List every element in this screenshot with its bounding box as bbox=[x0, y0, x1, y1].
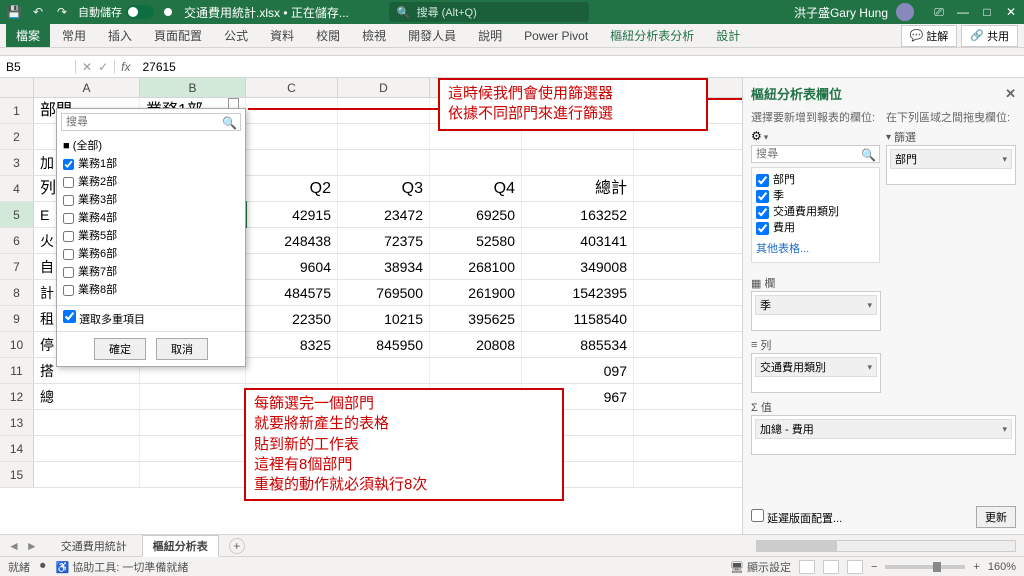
ribbon-tabs: 檔案 常用 插入 頁面配置 公式 資料 校閱 檢視 開發人員 說明 Power … bbox=[0, 24, 1024, 48]
ribbon-content bbox=[0, 48, 1024, 56]
filter-icon: ▾ bbox=[886, 132, 891, 143]
tab-review[interactable]: 校閱 bbox=[306, 24, 350, 47]
name-box[interactable]: B5 bbox=[0, 60, 76, 74]
field-list[interactable]: 部門 季 交通費用類別 費用其他表格... bbox=[751, 167, 880, 263]
tab-file[interactable]: 檔案 bbox=[6, 24, 50, 47]
pane-title: 樞紐分析表欄位 bbox=[751, 84, 842, 103]
zoom-out-icon[interactable]: − bbox=[871, 561, 877, 573]
sheet-tab-1[interactable]: 樞紐分析表 bbox=[142, 535, 219, 557]
tab-insert[interactable]: 插入 bbox=[98, 24, 142, 47]
search-placeholder: 搜尋 (Alt+Q) bbox=[417, 4, 477, 20]
tab-developer[interactable]: 開發人員 bbox=[398, 24, 466, 47]
filter-cancel-button[interactable]: 取消 bbox=[156, 338, 208, 360]
pane-subtitle: 選擇要新增到報表的欄位: bbox=[751, 109, 880, 125]
username: 洪子盛Gary Hung bbox=[794, 4, 888, 21]
gear-icon[interactable]: ⚙▾ bbox=[751, 129, 768, 143]
tab-help[interactable]: 說明 bbox=[468, 24, 512, 47]
filter-item-list[interactable]: ■ (全部) 業務1部 業務2部 業務3部 業務4部 業務5部 業務6部 業務7… bbox=[57, 135, 245, 305]
filter-ok-button[interactable]: 確定 bbox=[94, 338, 146, 360]
arrow-line bbox=[248, 108, 438, 110]
search-icon: 🔍 bbox=[397, 6, 411, 19]
col-header-B[interactable]: B bbox=[140, 78, 246, 97]
status-bar: 就緒 ⏺ ♿ 協助工具: 一切準備就緒 🖥 顯示設定 − + 160% bbox=[0, 556, 1024, 576]
values-area-box[interactable]: 加總 - 費用▾ bbox=[751, 415, 1016, 455]
filter-search-input[interactable] bbox=[61, 113, 241, 131]
normal-view-icon[interactable] bbox=[799, 560, 815, 574]
col-header-C[interactable]: C bbox=[246, 78, 338, 97]
save-icon[interactable]: 💾 bbox=[6, 4, 22, 20]
maximize-icon[interactable]: □ bbox=[980, 5, 994, 19]
fx-label[interactable]: fx bbox=[115, 60, 136, 74]
tab-view[interactable]: 檢視 bbox=[352, 24, 396, 47]
accept-formula-icon[interactable]: ✓ bbox=[98, 60, 108, 74]
search-bar[interactable]: 🔍 搜尋 (Alt+Q) bbox=[389, 2, 589, 22]
display-settings-button[interactable]: 🖥 顯示設定 bbox=[730, 559, 791, 575]
filter-area-box[interactable]: 部門▾ bbox=[886, 145, 1016, 185]
col-header-D[interactable]: D bbox=[338, 78, 430, 97]
avatar[interactable] bbox=[896, 3, 914, 21]
pane-subtitle2: 在下列區域之間拖曳欄位: bbox=[886, 109, 1016, 125]
page-layout-view-icon[interactable] bbox=[823, 560, 839, 574]
minimize-icon[interactable]: — bbox=[956, 5, 970, 19]
spreadsheet-grid[interactable]: A B C D E F 1部門業務1部 ▾23加4列Q2Q3Q4總計5E4291… bbox=[0, 78, 742, 534]
undo-icon[interactable]: ↶ bbox=[30, 4, 46, 20]
share-button[interactable]: 🔗 共用 bbox=[961, 25, 1018, 47]
filter-multi-select[interactable]: 選取多重項目 bbox=[57, 305, 245, 331]
redo-icon[interactable]: ↷ bbox=[54, 4, 70, 20]
horizontal-scrollbar[interactable] bbox=[756, 540, 1016, 552]
zoom-in-icon[interactable]: + bbox=[973, 561, 979, 573]
tab-formulas[interactable]: 公式 bbox=[214, 24, 258, 47]
titlebar: 💾 ↶ ↷ 自動儲存 交通費用統計.xlsx • 正在儲存... 🔍 搜尋 (A… bbox=[0, 0, 1024, 24]
comments-button[interactable]: 💬 註解 bbox=[901, 25, 958, 47]
formula-input[interactable]: 27615 bbox=[136, 60, 1024, 74]
tab-home[interactable]: 常用 bbox=[52, 24, 96, 47]
macro-record-icon[interactable]: ⏺ bbox=[40, 560, 46, 573]
ribbon-options-icon[interactable]: ⎚ bbox=[932, 5, 946, 19]
search-icon: 🔍 bbox=[861, 148, 876, 162]
tab-design[interactable]: 設計 bbox=[706, 24, 750, 47]
cancel-formula-icon[interactable]: ✕ bbox=[82, 60, 92, 74]
search-icon: 🔍 bbox=[222, 116, 237, 130]
tab-data[interactable]: 資料 bbox=[260, 24, 304, 47]
sheet-nav-next-icon[interactable]: ► bbox=[26, 539, 38, 553]
tab-powerpivot[interactable]: Power Pivot bbox=[514, 26, 598, 46]
autosave-toggle[interactable]: 自動儲存 bbox=[78, 4, 172, 20]
zoom-slider[interactable] bbox=[885, 565, 965, 569]
toggle-switch[interactable] bbox=[126, 5, 154, 19]
tab-pagelayout[interactable]: 頁面配置 bbox=[144, 24, 212, 47]
sheet-tab-0[interactable]: 交通費用統計 bbox=[50, 535, 138, 557]
pivot-fields-pane: 樞紐分析表欄位 ✕ 選擇要新增到報表的欄位: ⚙▾ 🔍 部門 季 交通費用類別 … bbox=[742, 78, 1024, 534]
close-icon[interactable]: ✕ bbox=[1004, 5, 1018, 19]
autosave-label: 自動儲存 bbox=[78, 4, 122, 20]
col-header-A[interactable]: A bbox=[34, 78, 140, 97]
zoom-level[interactable]: 160% bbox=[988, 561, 1016, 573]
page-break-view-icon[interactable] bbox=[847, 560, 863, 574]
formula-bar: B5 ✕ ✓ fx 27615 bbox=[0, 56, 1024, 78]
select-all-corner[interactable] bbox=[0, 78, 34, 97]
sheet-nav-prev-icon[interactable]: ◄ bbox=[8, 539, 20, 553]
filename: 交通費用統計.xlsx • 正在儲存... bbox=[184, 4, 349, 21]
annotation-top: 這時候我們會使用篩選器依據不同部門來進行篩選 bbox=[438, 78, 708, 131]
defer-layout-checkbox[interactable]: 延遲版面配置... bbox=[751, 509, 842, 526]
accessibility-status[interactable]: ♿ 協助工具: 一切準備就緒 bbox=[56, 559, 189, 575]
rows-area-box[interactable]: 交通費用類別▾ bbox=[751, 353, 881, 393]
sync-dot-icon bbox=[164, 8, 172, 16]
tab-pivot-analyze[interactable]: 樞紐分析表分析 bbox=[600, 24, 704, 47]
annotation-mid: 每篩選完一個部門就要將新產生的表格貼到新的工作表這裡有8個部門重複的動作就必須執… bbox=[244, 388, 564, 501]
add-sheet-button[interactable]: + bbox=[229, 538, 245, 554]
columns-area-box[interactable]: 季▾ bbox=[751, 291, 881, 331]
arrow-line bbox=[708, 98, 742, 100]
status-ready: 就緒 bbox=[8, 559, 30, 575]
filter-dropdown: 🔍 ■ (全部) 業務1部 業務2部 業務3部 業務4部 業務5部 業務6部 業… bbox=[56, 108, 246, 367]
sheet-tab-bar: ◄ ► 交通費用統計 樞紐分析表 + bbox=[0, 534, 1024, 556]
update-button[interactable]: 更新 bbox=[976, 506, 1016, 528]
pane-close-icon[interactable]: ✕ bbox=[1005, 86, 1016, 102]
